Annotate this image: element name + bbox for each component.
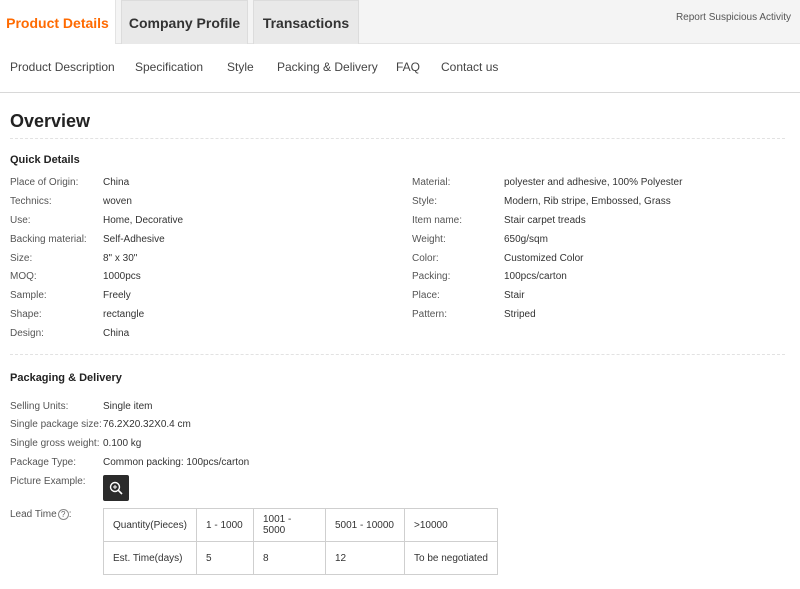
detail-label: Technics:: [10, 196, 52, 207]
packaging-delivery-title: Packaging & Delivery: [10, 372, 122, 384]
detail-label: Packing:: [412, 271, 451, 282]
sub-nav-faq[interactable]: FAQ: [396, 60, 420, 74]
detail-label: Sample:: [10, 290, 47, 301]
colon: :: [68, 509, 72, 521]
table-cell: Quantity(Pieces): [103, 508, 197, 542]
table-cell: 8: [253, 541, 326, 575]
table-cell: 12: [325, 541, 405, 575]
table-cell: 5001 - 10000: [325, 508, 405, 542]
detail-value: 650g/sqm: [504, 234, 548, 245]
detail-label: Place:: [412, 290, 440, 301]
detail-label: Item name:: [412, 215, 463, 226]
sub-nav-specification[interactable]: Specification: [135, 60, 203, 74]
picture-example-label: Picture Example:: [10, 476, 86, 487]
detail-label: Design:: [10, 328, 44, 339]
top-tab-bar: Product Details Company Profile Transact…: [0, 0, 800, 45]
packaging-label: Selling Units:: [10, 401, 69, 412]
detail-label: Style:: [412, 196, 438, 207]
divider: [10, 354, 785, 355]
detail-value: Self-Adhesive: [103, 234, 165, 245]
detail-value: 1000pcs: [103, 271, 141, 282]
tab-transactions[interactable]: Transactions: [253, 0, 359, 44]
lead-time-label: Lead Time: [10, 509, 57, 521]
sub-nav-style[interactable]: Style: [227, 60, 254, 74]
detail-label: Color:: [412, 253, 439, 264]
lead-time-label-wrap: Lead Time?:: [10, 509, 71, 520]
packaging-value: 0.100 kg: [103, 438, 142, 449]
table-cell: To be negotiated: [404, 541, 498, 575]
detail-label: Use:: [10, 215, 31, 226]
picture-example-thumbnail[interactable]: [103, 475, 129, 501]
detail-value: China: [103, 177, 130, 188]
detail-value: Stair carpet treads: [504, 215, 586, 226]
table-row: Quantity(Pieces) 1 - 1000 1001 - 5000 50…: [103, 508, 498, 542]
detail-label: Material:: [412, 177, 451, 188]
packaging-label: Package Type:: [10, 457, 76, 468]
detail-label: Pattern:: [412, 309, 448, 320]
table-cell: 5: [196, 541, 254, 575]
help-icon[interactable]: ?: [57, 509, 69, 520]
table-cell: Est. Time(days): [103, 541, 197, 575]
packaging-label: Single gross weight:: [10, 438, 100, 449]
detail-value: 8" x 30": [103, 253, 138, 264]
table-row: Est. Time(days) 5 8 12 To be negotiated: [103, 541, 498, 575]
detail-value: Striped: [504, 309, 536, 320]
lead-time-table: Quantity(Pieces) 1 - 1000 1001 - 5000 50…: [103, 508, 498, 575]
divider: [10, 138, 785, 139]
sub-nav-product-description[interactable]: Product Description: [10, 60, 115, 74]
detail-value: rectangle: [103, 309, 145, 320]
detail-label: Size:: [10, 253, 33, 264]
table-cell: >10000: [404, 508, 498, 542]
overview-title: Overview: [10, 111, 91, 131]
packaging-value: Single item: [103, 401, 153, 412]
detail-value: polyester and adhesive, 100% Polyester: [504, 177, 683, 188]
detail-value: China: [103, 328, 130, 339]
packaging-label: Single package size:: [10, 419, 102, 430]
report-suspicious-activity-link[interactable]: Report Suspicious Activity: [676, 12, 791, 23]
detail-value: Home, Decorative: [103, 215, 184, 226]
sub-nav-packing-delivery[interactable]: Packing & Delivery: [277, 60, 378, 74]
detail-label: Shape:: [10, 309, 42, 320]
detail-label: MOQ:: [10, 271, 37, 282]
tab-company-profile[interactable]: Company Profile: [121, 0, 248, 44]
detail-label: Backing material:: [10, 234, 87, 245]
table-cell: 1001 - 5000: [253, 508, 326, 542]
table-cell: 1 - 1000: [196, 508, 254, 542]
sub-nav: Product Description Specification Style …: [0, 44, 800, 93]
detail-value: Modern, Rib stripe, Embossed, Grass: [504, 196, 671, 207]
detail-value: 100pcs/carton: [504, 271, 567, 282]
detail-value: woven: [103, 196, 132, 207]
zoom-icon: [109, 481, 123, 495]
detail-label: Place of Origin:: [10, 177, 79, 188]
detail-value: Stair: [504, 290, 525, 301]
quick-details-title: Quick Details: [10, 154, 80, 166]
sub-nav-contact-us[interactable]: Contact us: [441, 60, 498, 74]
detail-value: Customized Color: [504, 253, 584, 264]
packaging-value: Common packing: 100pcs/carton: [103, 457, 250, 468]
detail-value: Freely: [103, 290, 131, 301]
tab-product-details[interactable]: Product Details: [0, 0, 116, 45]
packaging-value: 76.2X20.32X0.4 cm: [103, 419, 191, 430]
detail-label: Weight:: [412, 234, 446, 245]
